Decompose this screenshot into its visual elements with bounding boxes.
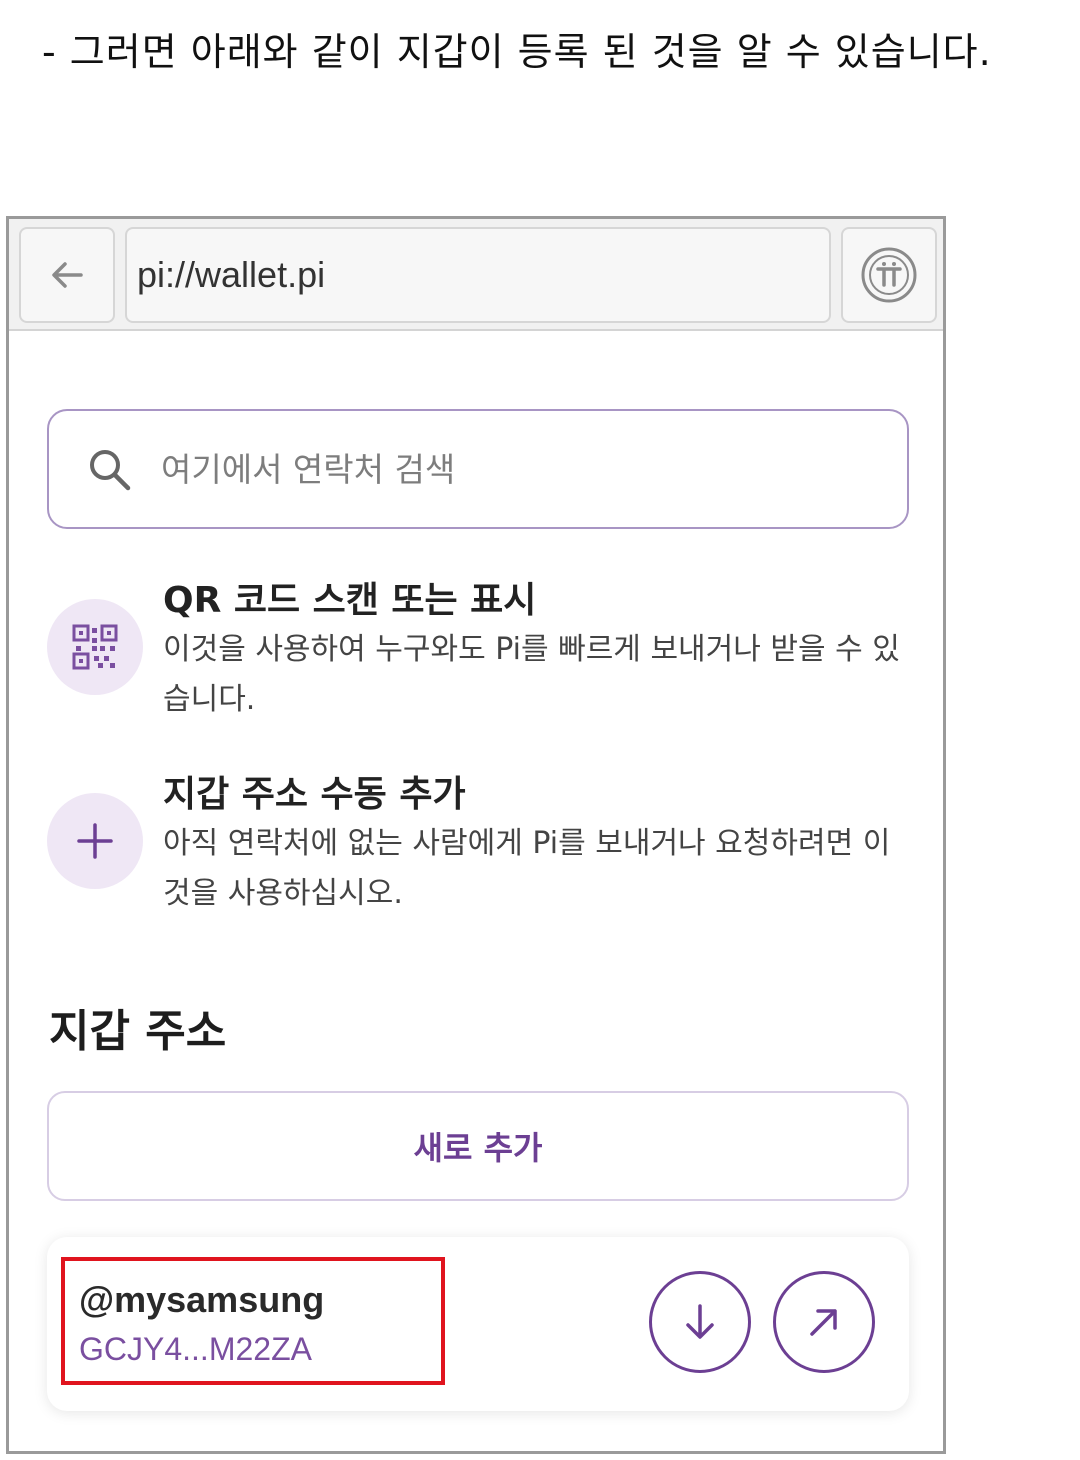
manual-add-option[interactable]: 지갑 주소 수동 추가 아직 연락처에 없는 사람에게 Pi를 보내거나 요청하… xyxy=(47,765,907,915)
pi-logo-icon xyxy=(861,247,917,303)
arrow-up-right-icon xyxy=(810,1309,837,1336)
phone-screen: pi://wallet.pi 여기에서 연락처 검색 QR 코드 스캔 또는 표… xyxy=(6,216,946,1454)
wallet-username: @mysamsung xyxy=(79,1279,325,1320)
browser-toolbar: pi://wallet.pi xyxy=(9,219,943,331)
wallet-address: GCJY4...M22ZA xyxy=(79,1331,312,1367)
pi-browser-button[interactable] xyxy=(841,227,937,323)
qr-option-description: 이것을 사용하여 누구와도 Pi를 빠르게 보내거나 받을 수 있습니다. xyxy=(163,632,900,717)
qr-icon-circle xyxy=(47,599,143,695)
plus-icon xyxy=(77,823,113,859)
back-button[interactable] xyxy=(19,227,115,323)
search-icon xyxy=(90,450,131,491)
qr-scan-option[interactable]: QR 코드 스캔 또는 표시 이것을 사용하여 누구와도 Pi를 빠르게 보내거… xyxy=(47,571,907,721)
url-bar[interactable]: pi://wallet.pi xyxy=(125,227,831,323)
manual-option-title: 지갑 주소 수동 추가 xyxy=(163,774,466,815)
contact-search-field[interactable] xyxy=(47,409,909,529)
qr-option-title: QR 코드 스캔 또는 표시 xyxy=(163,580,537,621)
arrow-down-icon xyxy=(686,1304,714,1339)
plus-icon-circle xyxy=(47,793,143,889)
add-new-button[interactable]: 새로 추가 xyxy=(47,1091,909,1201)
wallet-entry-card[interactable]: @mysamsung GCJY4...M22ZA xyxy=(47,1237,909,1411)
instruction-caption: - 그러면 아래와 같이 지갑이 등록 된 것을 알 수 있습니다. xyxy=(42,30,992,74)
manual-option-description: 아직 연락처에 없는 사람에게 Pi를 보내거나 요청하려면 이것을 사용하십시… xyxy=(163,826,891,911)
send-button[interactable] xyxy=(773,1271,875,1373)
receive-button[interactable] xyxy=(649,1271,751,1373)
back-arrow-icon xyxy=(52,262,83,288)
wallet-section-title: 지갑 주소 xyxy=(49,1006,227,1057)
qr-code-icon xyxy=(72,624,118,670)
search-input[interactable] xyxy=(161,449,841,489)
